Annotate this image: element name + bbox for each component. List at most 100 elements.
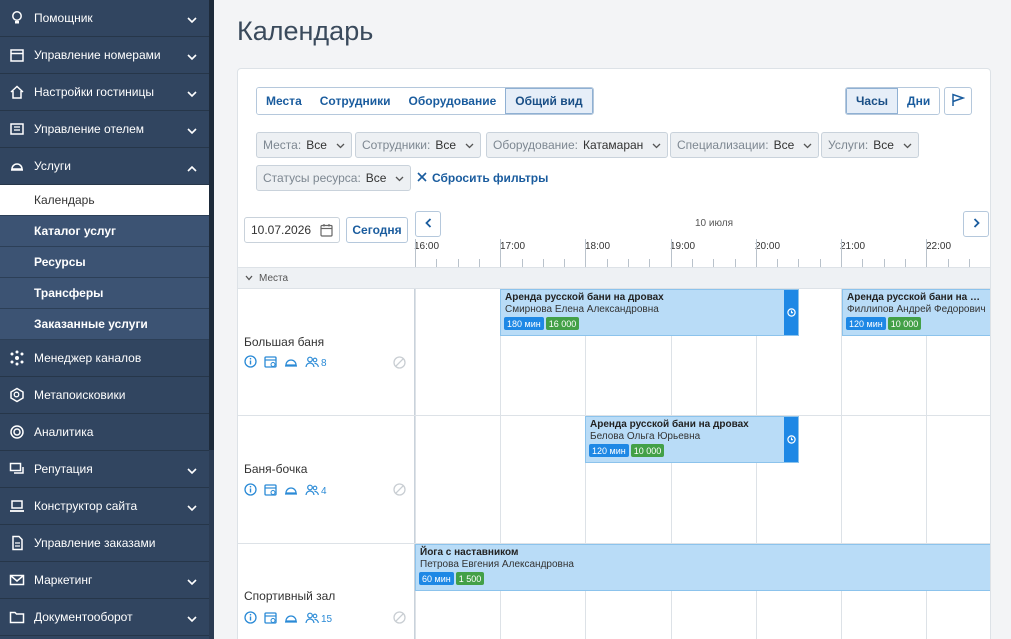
timeline-tick: [671, 239, 672, 267]
prev-day-button[interactable]: [415, 211, 441, 237]
sidebar-subitem-service-catalog[interactable]: Каталог услуг: [0, 216, 209, 247]
service-icon[interactable]: [284, 611, 298, 627]
sidebar-item-label: Маркетинг: [34, 573, 93, 587]
tab-overview[interactable]: Общий вид: [505, 88, 593, 114]
sidebar: Помощник Управление номерами Настройки г…: [0, 0, 209, 639]
filter-label: Специализации:: [677, 138, 769, 152]
hour-label: 18:00: [585, 241, 611, 252]
sidebar-item-assistant[interactable]: Помощник: [0, 0, 209, 37]
filter-resource-statuses[interactable]: Статусы ресурса: Все: [256, 165, 412, 191]
timeline-tick: [415, 239, 416, 267]
clock-icon: [786, 306, 796, 320]
people-icon[interactable]: [305, 612, 319, 627]
sidebar-subitem-calendar[interactable]: Календарь: [0, 185, 209, 216]
flag-button[interactable]: [944, 87, 972, 115]
sidebar-item-metasearch[interactable]: Метапоисковики: [0, 377, 209, 414]
sidebar-item-marketing[interactable]: Маркетинг: [0, 562, 209, 599]
tab-equipment[interactable]: Оборудование: [399, 88, 506, 114]
filter-value: Все: [873, 138, 894, 152]
chevron-down-icon: [187, 575, 197, 589]
people-icon[interactable]: [305, 356, 319, 371]
tab-days[interactable]: Дни: [898, 88, 940, 114]
timeline-tick: [607, 259, 608, 267]
duration-badge: 180 мин: [504, 317, 544, 330]
filter-services[interactable]: Услуги: Все: [821, 132, 919, 158]
filter-equipment[interactable]: Оборудование: Катамаран: [486, 132, 669, 158]
booking-event[interactable]: Йога с наставником Петрова Евгения Алекс…: [415, 544, 990, 591]
timeline-tick: [969, 259, 970, 267]
resource-actions: 4: [244, 483, 327, 499]
timeline-tick: [564, 259, 565, 267]
timeline-tick: [948, 259, 949, 267]
sidebar-item-services[interactable]: Услуги: [0, 148, 209, 185]
chevron-down-icon: [903, 138, 912, 152]
sidebar-subitem-transfers[interactable]: Трансферы: [0, 278, 209, 309]
info-icon[interactable]: [244, 483, 257, 499]
sidebar-scrollbar-thumb[interactable]: [209, 0, 214, 450]
info-icon[interactable]: [244, 355, 257, 371]
page-title: Календарь: [237, 16, 374, 46]
filter-label: Сотрудники:: [362, 138, 431, 152]
calendar-icon[interactable]: [320, 223, 333, 240]
block-icon[interactable]: [393, 611, 984, 627]
tab-places[interactable]: Места: [257, 88, 311, 114]
event-title: Аренда русской бани на дровах: [505, 292, 664, 303]
people-icon[interactable]: [305, 484, 319, 499]
schedule-icon[interactable]: [264, 611, 277, 627]
today-button[interactable]: Сегодня: [346, 217, 408, 243]
sidebar-scrollbar[interactable]: [209, 0, 214, 639]
event-timer-handle[interactable]: [784, 290, 798, 335]
block-icon[interactable]: [393, 356, 984, 372]
event-timer-handle[interactable]: [784, 417, 798, 462]
service-icon[interactable]: [284, 355, 298, 371]
section-header[interactable]: Места: [238, 267, 990, 289]
capacity-count: 15: [321, 613, 333, 625]
schedule-icon[interactable]: [264, 355, 277, 371]
bulb-icon: [8, 9, 26, 27]
sidebar-subitem-ordered-services[interactable]: Заказанные услуги: [0, 309, 209, 340]
sidebar-item-analytics[interactable]: Аналитика: [0, 414, 209, 451]
resource-name: Спортивный зал: [244, 589, 336, 603]
filter-value: Все: [365, 171, 387, 185]
filter-employees[interactable]: Сотрудники: Все: [355, 132, 482, 158]
capacity-count: 4: [321, 485, 327, 497]
next-day-button[interactable]: [963, 211, 989, 237]
sidebar-item-rooms[interactable]: Управление номерами: [0, 37, 209, 74]
reset-filters-link[interactable]: Сбросить фильтры: [417, 171, 548, 185]
sidebar-item-reputation[interactable]: Репутация: [0, 451, 209, 488]
sidebar-subitem-label: Каталог услуг: [34, 224, 117, 238]
bell-icon: [8, 157, 26, 175]
schedule-icon[interactable]: [264, 483, 277, 499]
tab-employees[interactable]: Сотрудники: [310, 88, 400, 114]
chevron-down-icon: [187, 464, 197, 478]
info-icon[interactable]: [244, 611, 257, 627]
duration-badge: 120 мин: [846, 317, 886, 330]
tab-hours[interactable]: Часы: [846, 88, 899, 114]
timeline-tick: [692, 259, 693, 267]
booking-event[interactable]: Аренда русской бани на дровах Смирнова Е…: [500, 289, 799, 336]
filter-specializations[interactable]: Специализации: Все: [670, 132, 820, 158]
day-label: 10 июля: [695, 218, 734, 229]
sidebar-item-hotel-settings[interactable]: Настройки гостиницы: [0, 74, 209, 111]
timeline-tick: [862, 259, 863, 267]
sidebar-subitem-resources[interactable]: Ресурсы: [0, 247, 209, 278]
filter-places[interactable]: Места: Все: [256, 132, 352, 158]
timeline-tick: [756, 239, 757, 267]
timeline-tick: [990, 259, 991, 267]
hour-label: 20:00: [755, 241, 781, 252]
filter-value: Все: [773, 138, 795, 152]
reset-filters-label: Сбросить фильтры: [432, 171, 549, 185]
sidebar-item-order-management[interactable]: Управление заказами: [0, 525, 209, 562]
date-input[interactable]: 10.07.2026: [244, 217, 340, 243]
hour-label: 22:00: [926, 241, 952, 252]
service-icon[interactable]: [284, 483, 298, 499]
mail-icon: [8, 571, 26, 589]
sidebar-item-document-flow[interactable]: Документооборот: [0, 599, 209, 636]
booking-event[interactable]: Аренда русской бани на дровах Филлипов А…: [842, 289, 990, 336]
timeline-tick: [777, 259, 778, 267]
sidebar-item-site-builder[interactable]: Конструктор сайта: [0, 488, 209, 525]
booking-event[interactable]: Аренда русской бани на дровах Белова Оль…: [585, 416, 799, 463]
sidebar-item-channel-manager[interactable]: Менеджер каналов: [0, 340, 209, 377]
sidebar-item-hotel-management[interactable]: Управление отелем: [0, 111, 209, 148]
block-icon[interactable]: [393, 483, 984, 499]
